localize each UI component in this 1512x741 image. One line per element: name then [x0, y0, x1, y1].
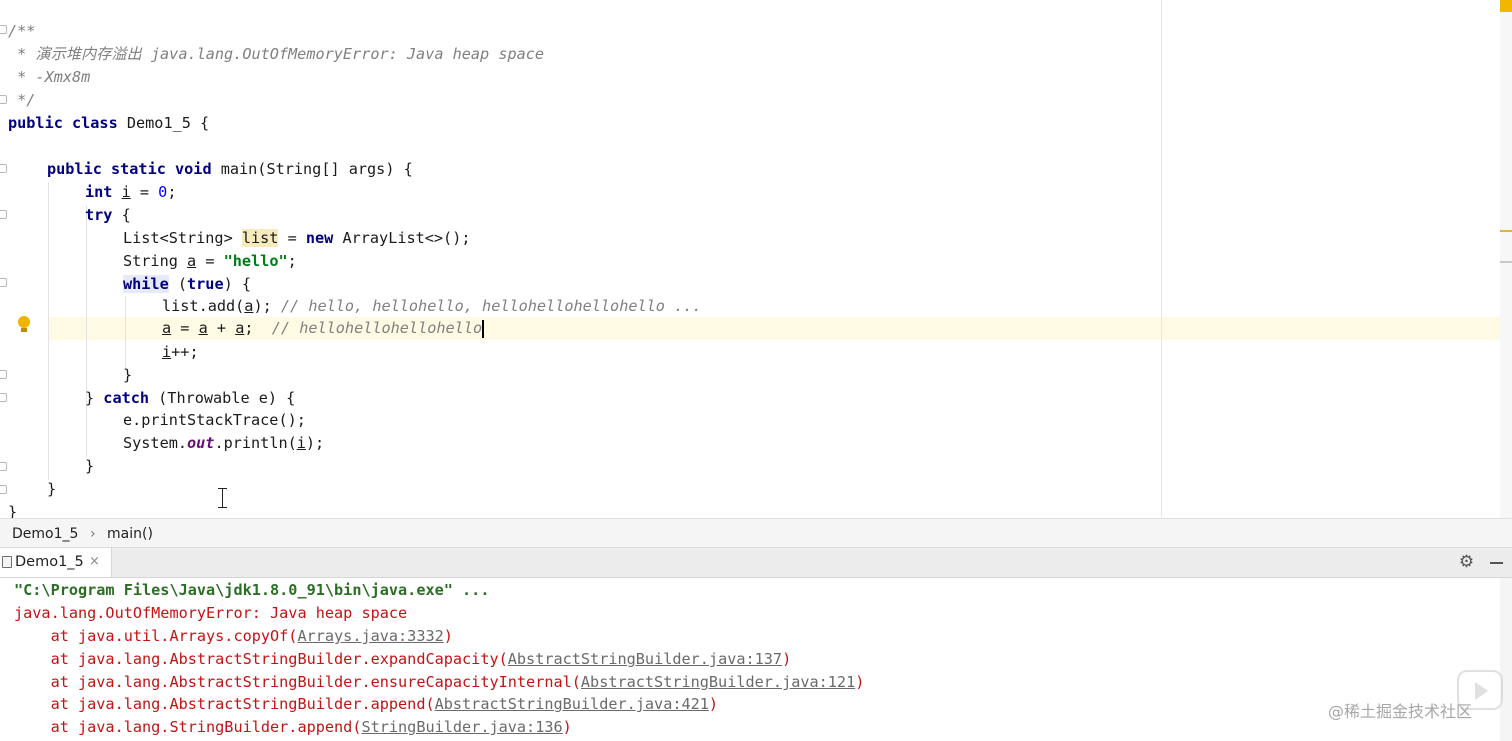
gear-icon[interactable]: ⚙: [1458, 554, 1475, 571]
code-line-9: try {: [85, 206, 131, 224]
fold-marker-icon[interactable]: [0, 278, 7, 287]
stack-trace-line: at java.lang.AbstractStringBuilder.appen…: [14, 695, 719, 713]
scrollbar-marker[interactable]: [1500, 230, 1512, 232]
stack-trace-link[interactable]: Arrays.java:3332: [297, 627, 443, 645]
code-line-8: int i = 0;: [85, 183, 177, 201]
stack-trace-line: at java.lang.StringBuilder.append(String…: [14, 718, 572, 736]
code-line-17: } catch (Throwable e) {: [85, 389, 296, 407]
code-line-22: }: [8, 503, 18, 518]
warning-status-icon[interactable]: [1500, 0, 1512, 12]
stack-trace-link[interactable]: StringBuilder.java:136: [361, 718, 562, 736]
fold-marker-icon[interactable]: [0, 25, 7, 34]
run-tool-window-header: Demo1_5 × ⚙: [0, 548, 1512, 578]
indent-guide: [125, 296, 126, 368]
editor-scrollbar[interactable]: [1500, 0, 1512, 518]
stack-trace-line: at java.lang.AbstractStringBuilder.expan…: [14, 650, 792, 668]
fold-marker-icon[interactable]: [0, 95, 7, 104]
text-caret: [482, 319, 485, 338]
code-line-12: while (true) {: [123, 275, 252, 293]
breadcrumb: Demo1_5 › main(): [0, 518, 1512, 548]
indent-guide: [48, 182, 49, 480]
run-console-output[interactable]: "C:\Program Files\Java\jdk1.8.0_91\bin\j…: [0, 578, 1512, 741]
console-command-line: "C:\Program Files\Java\jdk1.8.0_91\bin\j…: [14, 581, 490, 599]
fold-marker-icon[interactable]: [0, 370, 7, 379]
code-line-21: }: [47, 480, 57, 498]
code-line-4: */: [8, 91, 36, 109]
breadcrumb-class[interactable]: Demo1_5: [12, 526, 78, 542]
code-line-3: * -Xmx8m: [8, 68, 91, 86]
stack-trace-link[interactable]: AbstractStringBuilder.java:421: [435, 695, 709, 713]
code-line-20: }: [85, 457, 95, 475]
code-line-16: }: [123, 366, 133, 384]
code-line-15: i++;: [162, 343, 199, 361]
minimize-icon[interactable]: [1490, 562, 1503, 564]
lightbulb-icon[interactable]: [17, 316, 31, 334]
fold-marker-icon[interactable]: [0, 210, 7, 219]
code-line-14: a = a + a; // hellohellohellohello: [162, 319, 485, 338]
indent-guide: [86, 205, 87, 458]
stack-trace-line: at java.lang.AbstractStringBuilder.ensur…: [14, 673, 865, 691]
fold-marker-icon[interactable]: [0, 485, 7, 494]
run-tab-label: Demo1_5: [15, 554, 84, 570]
close-icon[interactable]: ×: [89, 554, 100, 569]
breadcrumb-separator: ›: [90, 526, 96, 542]
code-line-13: list.add(a); // hello, hellohello, hello…: [162, 297, 702, 315]
code-line-11: String a = "hello";: [123, 252, 297, 270]
mouse-text-cursor-icon: [218, 488, 228, 508]
run-config-icon: [2, 556, 12, 568]
scrollbar-marker[interactable]: [1500, 261, 1512, 263]
console-scrollbar[interactable]: [1500, 578, 1512, 741]
fold-marker-icon[interactable]: [0, 462, 7, 471]
stack-trace-line: at java.util.Arrays.copyOf(Arrays.java:3…: [14, 627, 453, 645]
run-tab[interactable]: Demo1_5 ×: [0, 548, 112, 577]
code-line-19: System.out.println(i);: [123, 434, 325, 452]
code-line-2: * 演示堆内存溢出 java.lang.OutOfMemoryError: Ja…: [8, 45, 545, 63]
code-line-18: e.printStackTrace();: [123, 411, 306, 429]
code-line-7: public static void main(String[] args) {: [47, 160, 413, 178]
fold-marker-icon[interactable]: [0, 164, 7, 173]
editor-gutter: [0, 0, 8, 518]
watermark: @稀土掘金技术社区: [1328, 702, 1473, 721]
stack-trace-link[interactable]: AbstractStringBuilder.java:121: [581, 673, 855, 691]
code-line-1: /**: [8, 22, 36, 40]
stack-trace-link[interactable]: AbstractStringBuilder.java:137: [508, 650, 782, 668]
breadcrumb-method[interactable]: main(): [107, 526, 153, 542]
code-line-10: List<String> list = new ArrayList<>();: [123, 229, 471, 247]
console-error-line: java.lang.OutOfMemoryError: Java heap sp…: [14, 604, 408, 622]
code-editor[interactable]: /** * 演示堆内存溢出 java.lang.OutOfMemoryError…: [0, 0, 1512, 518]
right-margin-guide: [1161, 0, 1162, 518]
fold-marker-icon[interactable]: [0, 393, 7, 402]
code-line-5: public class Demo1_5 {: [8, 114, 210, 132]
